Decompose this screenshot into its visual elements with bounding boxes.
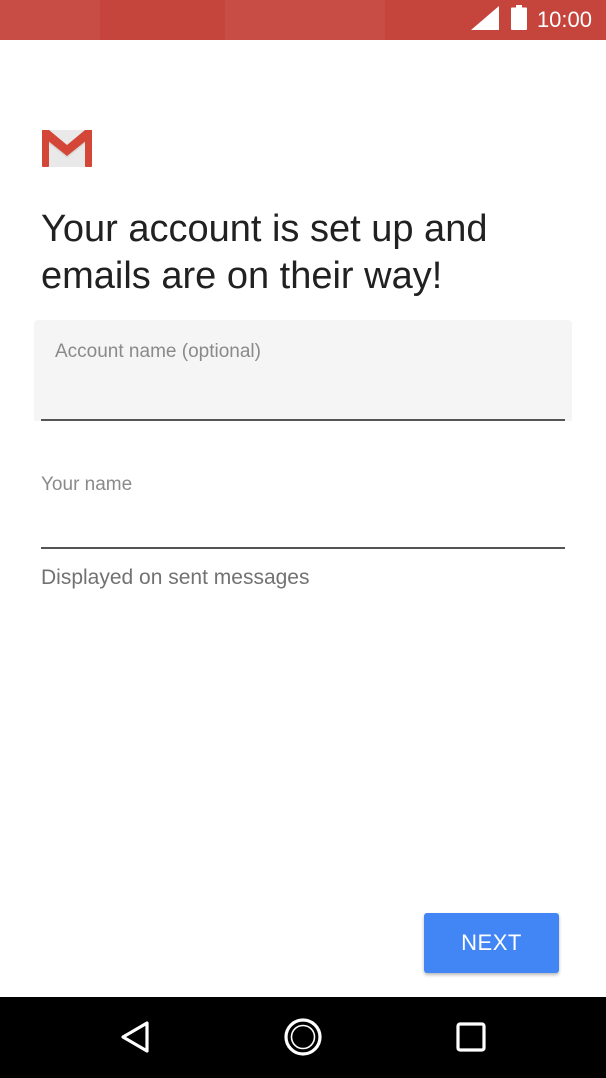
account-name-label: Account name (optional) [55, 341, 261, 362]
status-icons: 10:00 [470, 0, 592, 40]
status-bar-decoration [0, 0, 100, 40]
status-bar: 10:00 [0, 0, 606, 40]
status-time: 10:00 [536, 7, 592, 32]
home-icon[interactable] [281, 1015, 325, 1059]
your-name-helper-text: Displayed on sent messages [41, 566, 310, 589]
battery-icon [510, 5, 527, 35]
page-title: Your account is set up and emails are on… [41, 208, 488, 297]
account-name-underline [41, 419, 565, 421]
navigation-bar [0, 997, 606, 1078]
your-name-field[interactable]: Your name [41, 466, 565, 549]
recents-icon[interactable] [449, 1015, 493, 1059]
account-name-field[interactable]: Account name (optional) [34, 320, 572, 421]
status-bar-decoration [225, 0, 385, 40]
next-button[interactable]: NEXT [424, 913, 559, 973]
cell-signal-icon [470, 5, 499, 35]
your-name-underline [41, 547, 565, 549]
back-icon[interactable] [113, 1015, 157, 1059]
your-name-label: Your name [41, 474, 133, 495]
gmail-logo-icon [41, 128, 93, 168]
